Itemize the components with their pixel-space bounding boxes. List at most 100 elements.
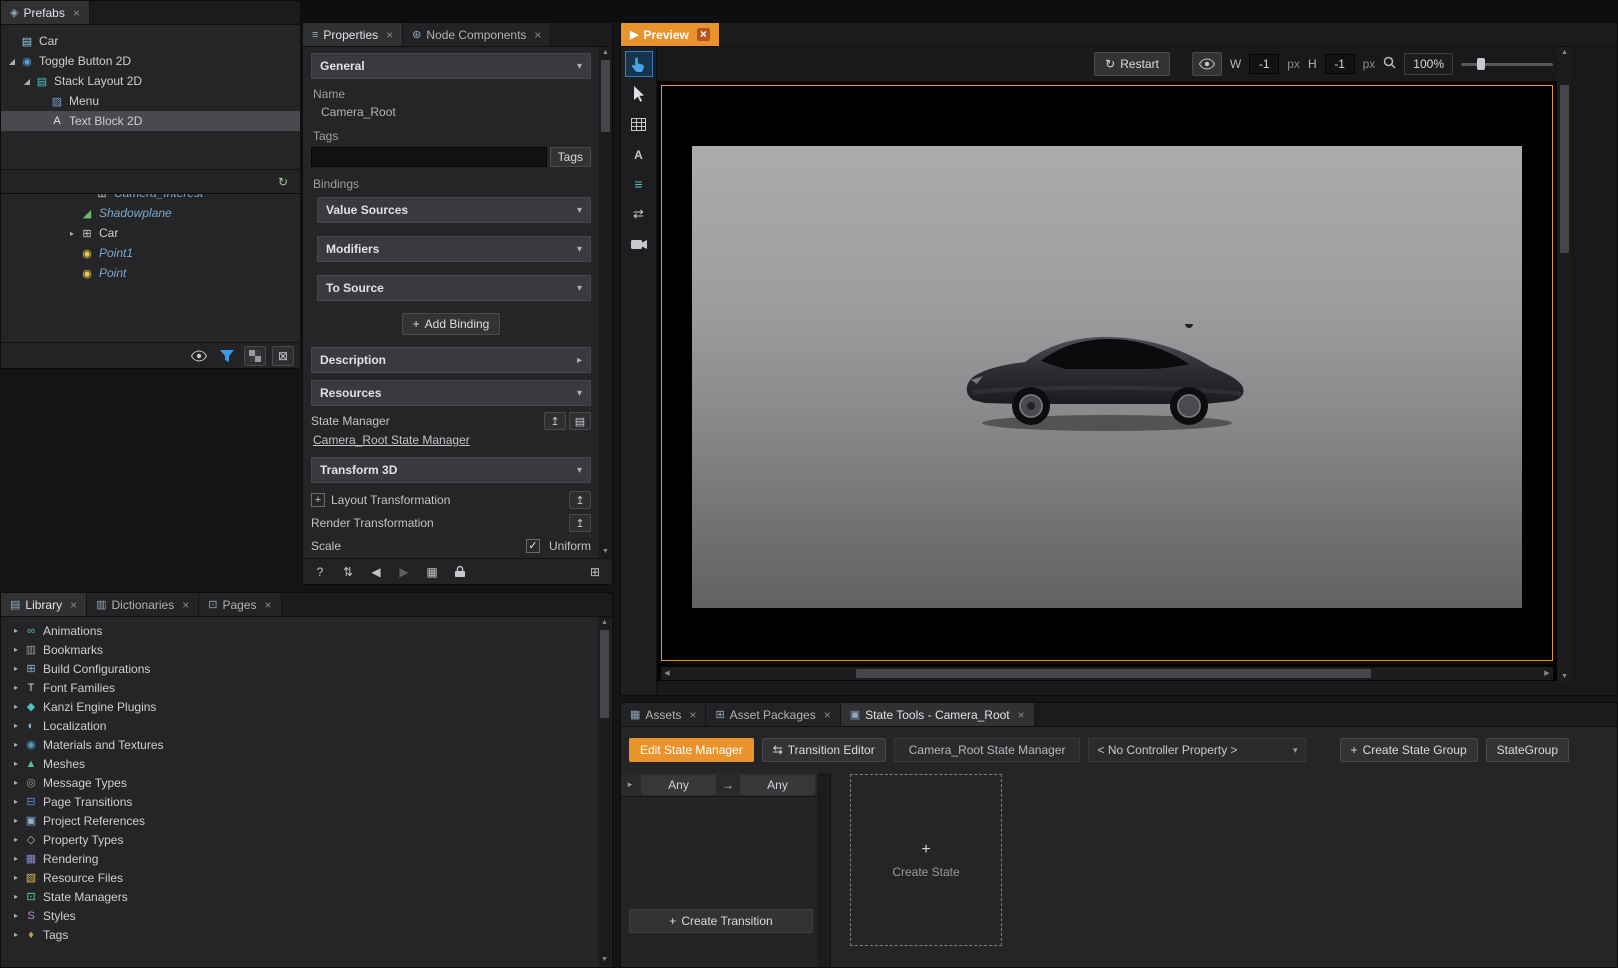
width-input[interactable] <box>1249 54 1279 74</box>
visibility-eye-icon[interactable] <box>188 346 210 366</box>
upload-icon[interactable]: ↥ <box>544 412 566 430</box>
panel-tab-dictionaries[interactable]: ▥Dictionaries× <box>87 593 199 616</box>
close-icon[interactable]: × <box>264 598 271 612</box>
expand-arrow-icon[interactable]: ▸ <box>9 930 23 939</box>
tree-item-materials-and-textures[interactable]: ▸◉Materials and Textures <box>1 735 598 754</box>
tree-item-car[interactable]: ▸⊞Car <box>1 223 300 243</box>
transition-from[interactable]: Any <box>641 775 716 795</box>
expand-arrow-icon[interactable]: ▸ <box>9 911 23 920</box>
section-transform-3d[interactable]: Transform 3D ▾ <box>311 457 591 483</box>
help-icon[interactable]: ? <box>309 562 331 582</box>
close-icon[interactable]: × <box>73 6 80 20</box>
tree-item-kanzi-engine-plugins[interactable]: ▸◆Kanzi Engine Plugins <box>1 697 598 716</box>
expand-arrow-icon[interactable]: ▸ <box>9 797 23 806</box>
tree-item-build-configurations[interactable]: ▸⊞Build Configurations <box>1 659 598 678</box>
scroll-left-icon[interactable]: ◀ <box>661 667 673 680</box>
filter-icon[interactable] <box>216 346 238 366</box>
tree-item-tags[interactable]: ▸♦Tags <box>1 925 598 944</box>
checkerboard-icon[interactable] <box>244 346 266 366</box>
expand-arrow-icon[interactable]: ▸ <box>9 702 23 711</box>
tree-item-menu[interactable]: ▨Menu <box>1 91 300 111</box>
section-general[interactable]: General ▾ <box>311 53 591 79</box>
scroll-up-icon[interactable]: ▲ <box>599 47 612 59</box>
expand-arrow-icon[interactable]: ▸ <box>9 683 23 692</box>
collapse-arrow-icon[interactable]: ◢ <box>20 77 34 86</box>
panel-tab-library[interactable]: ▤Library× <box>1 593 87 616</box>
tree-item-font-families[interactable]: ▸TFont Families <box>1 678 598 697</box>
expand-arrow-icon[interactable]: ▸ <box>9 778 23 787</box>
workspace-grid-icon[interactable]: ⊞ <box>584 562 606 582</box>
panel-tab-preview[interactable]: ▶Preview× <box>621 23 720 46</box>
expand-arrow-icon[interactable]: ▸ <box>9 854 23 863</box>
close-icon[interactable]: × <box>534 28 541 42</box>
expand-arrow-icon[interactable]: ▸ <box>9 645 23 654</box>
restart-button[interactable]: ↻ Restart <box>1094 52 1170 76</box>
preview-viewport[interactable] <box>692 146 1522 608</box>
create-transition-button[interactable]: + Create Transition <box>629 909 813 933</box>
transition-play-icon[interactable]: ▸ <box>621 779 639 790</box>
expand-arrow-icon[interactable]: ▸ <box>9 873 23 882</box>
panel-tab-properties[interactable]: ≡Properties× <box>303 23 403 46</box>
tree-item-meshes[interactable]: ▸▲Meshes <box>1 754 598 773</box>
preview-frame[interactable] <box>661 85 1553 661</box>
collapse-arrow-icon[interactable]: ◢ <box>5 57 19 66</box>
camera-tool-icon[interactable] <box>625 231 653 257</box>
properties-scrollbar[interactable]: ▲ ▼ <box>599 47 612 558</box>
section-modifiers[interactable]: Modifiers ▾ <box>317 236 591 262</box>
forward-icon[interactable]: ▶ <box>393 562 415 582</box>
expand-arrow-icon[interactable]: ▸ <box>9 835 23 844</box>
panel-tab-pages[interactable]: ⊡Pages× <box>199 593 281 616</box>
panel-tab-state-tools-camera-root[interactable]: ▣State Tools - Camera_Root× <box>841 703 1035 726</box>
lock-icon[interactable] <box>449 562 471 582</box>
tree-item-property-types[interactable]: ▸◇Property Types <box>1 830 598 849</box>
back-icon[interactable]: ◀ <box>365 562 387 582</box>
height-input[interactable] <box>1325 54 1355 74</box>
close-icon[interactable]: × <box>697 28 710 41</box>
interaction-tool-icon[interactable] <box>625 51 653 77</box>
name-value[interactable]: Camera_Root <box>321 105 591 119</box>
upload-icon[interactable]: ↥ <box>569 514 591 532</box>
preview-eye-icon[interactable] <box>1192 52 1222 76</box>
collapse-all-icon[interactable]: ⇅ <box>337 562 359 582</box>
tags-input[interactable] <box>311 147 547 167</box>
tags-button[interactable]: Tags <box>550 147 591 167</box>
tree-item-stack-layout-2d[interactable]: ◢▤Stack Layout 2D <box>1 71 300 91</box>
transition-editor-button[interactable]: ⇆ Transition Editor <box>762 738 886 762</box>
expand-arrow-icon[interactable]: ▸ <box>9 759 23 768</box>
create-state-button[interactable]: + Create State <box>850 774 1002 946</box>
tree-item-page-transitions[interactable]: ▸⊟Page Transitions <box>1 792 598 811</box>
expand-arrow-icon[interactable]: ▸ <box>9 740 23 749</box>
state-group-button[interactable]: StateGroup <box>1486 738 1569 762</box>
section-to-source[interactable]: To Source ▾ <box>317 275 591 301</box>
preview-h-scrollbar[interactable]: ◀ ▶ <box>661 667 1553 680</box>
library-scrollbar[interactable]: ▲ ▼ <box>598 617 611 966</box>
close-icon[interactable]: × <box>1018 708 1025 722</box>
section-value-sources[interactable]: Value Sources ▾ <box>317 197 591 223</box>
scroll-up-icon[interactable]: ▲ <box>598 617 611 629</box>
tree-item-project-references[interactable]: ▸▣Project References <box>1 811 598 830</box>
zoom-value[interactable]: 100% <box>1404 53 1453 75</box>
panel-tab-asset-packages[interactable]: ⊞Asset Packages× <box>706 703 840 726</box>
zoom-slider-handle[interactable] <box>1477 58 1485 70</box>
zoom-slider[interactable] <box>1461 57 1553 71</box>
tree-item-shadowplane[interactable]: ◢Shadowplane <box>1 203 300 223</box>
text-tool-icon[interactable]: A <box>625 141 653 167</box>
tree-item-message-types[interactable]: ▸◎Message Types <box>1 773 598 792</box>
transitions-scrollbar[interactable] <box>817 773 830 967</box>
tree-item-localization[interactable]: ▸◐Localization <box>1 716 598 735</box>
uniform-checkbox[interactable]: ✓ <box>526 539 540 553</box>
close-icon[interactable]: × <box>386 28 393 42</box>
tree-item-resource-files[interactable]: ▸▧Resource Files <box>1 868 598 887</box>
state-manager-link[interactable]: Camera_Root State Manager <box>313 433 470 447</box>
close-icon[interactable]: × <box>70 598 77 612</box>
expand-plus-icon[interactable]: + <box>311 493 325 507</box>
close-icon[interactable]: × <box>182 598 189 612</box>
upload-icon[interactable]: ↥ <box>569 491 591 509</box>
controller-property-dropdown[interactable]: < No Controller Property > ▾ <box>1088 738 1306 762</box>
clear-filter-icon[interactable]: ⊠ <box>272 346 294 366</box>
refresh-icon[interactable]: ↻ <box>272 172 294 192</box>
tree-item-state-managers[interactable]: ▸⊡State Managers <box>1 887 598 906</box>
select-frame-icon[interactable]: ▦ <box>421 562 443 582</box>
scroll-down-icon[interactable]: ▼ <box>1558 671 1571 683</box>
close-icon[interactable]: × <box>824 708 831 722</box>
